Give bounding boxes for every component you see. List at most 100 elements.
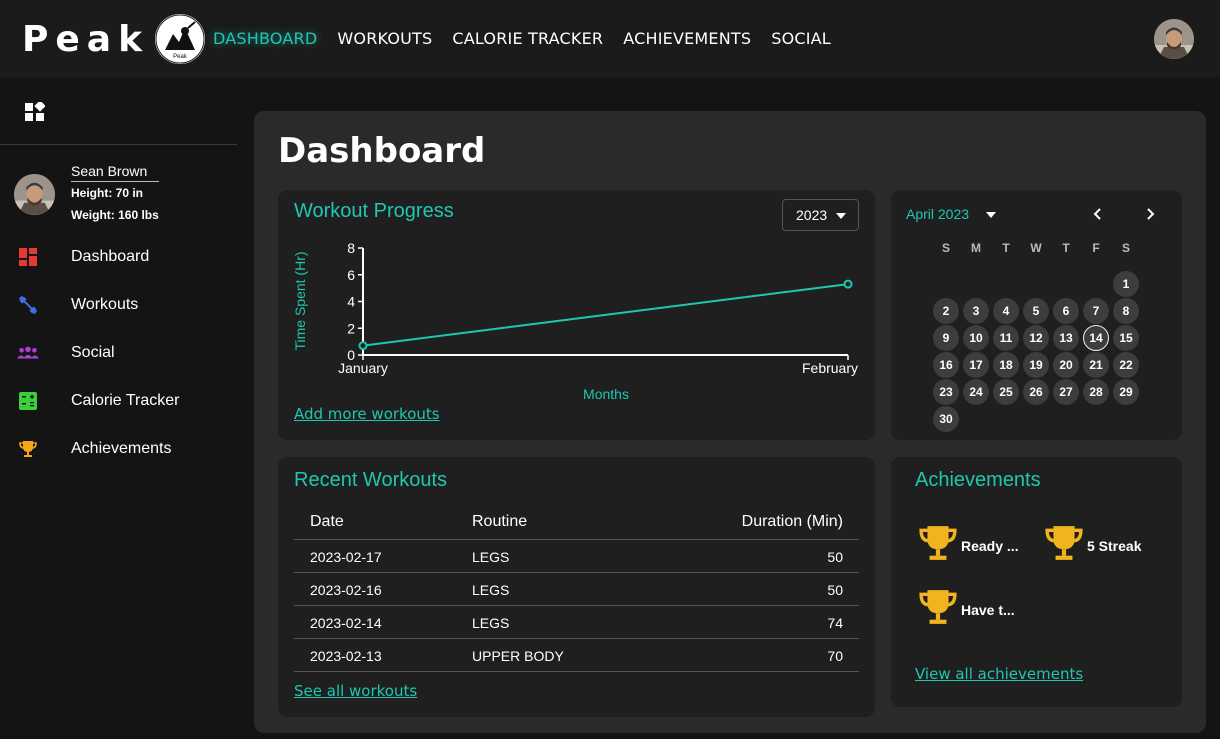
calendar-day[interactable]: 17 xyxy=(963,352,989,378)
column-header-routine: Routine xyxy=(472,513,528,530)
calendar-day-today[interactable]: 14 xyxy=(1083,325,1109,351)
row-duration: 74 xyxy=(827,615,843,631)
y-tick-label: 4 xyxy=(347,294,355,310)
calendar-day[interactable]: 7 xyxy=(1083,298,1109,324)
y-tick-label: 8 xyxy=(347,240,355,256)
calendar-day[interactable]: 4 xyxy=(993,298,1019,324)
row-routine: LEGS xyxy=(472,615,510,631)
calendar-day[interactable]: 11 xyxy=(993,325,1019,351)
row-routine: LEGS xyxy=(472,582,510,598)
top-navbar: Peak Peak DASHBOARD WORKOUTS CALORIE TRA… xyxy=(0,0,1220,78)
calendar-day[interactable]: 1 xyxy=(1113,271,1139,297)
sidebar-item-achievements[interactable]: Achievements xyxy=(0,431,237,467)
calendar-day[interactable]: 20 xyxy=(1053,352,1079,378)
calendar-day[interactable]: 21 xyxy=(1083,352,1109,378)
calendar-day[interactable]: 18 xyxy=(993,352,1019,378)
row-duration: 50 xyxy=(827,582,843,598)
calendar-day[interactable]: 2 xyxy=(933,298,959,324)
nav-dashboard[interactable]: DASHBOARD xyxy=(213,29,317,48)
calendar-day[interactable]: 3 xyxy=(963,298,989,324)
sidebar-item-social[interactable]: Social xyxy=(0,335,237,371)
weekday-label: F xyxy=(1092,241,1100,255)
workout-progress-card: Workout Progress 2023 0 2 4 6 8 January Februa… xyxy=(278,190,875,440)
sidebar-label: Dashboard xyxy=(71,248,150,265)
weekday-label: W xyxy=(1030,241,1042,255)
main-nav: DASHBOARD WORKOUTS CALORIE TRACKER ACHIE… xyxy=(213,29,831,48)
user-avatar[interactable] xyxy=(1154,19,1194,59)
achievement-item[interactable]: 5 Streak xyxy=(1045,524,1141,567)
main-panel: Dashboard Workout Progress 2023 0 2 4 6 8 Jan… xyxy=(254,111,1206,733)
row-date: 2023-02-14 xyxy=(310,615,382,631)
row-date: 2023-02-16 xyxy=(310,582,382,598)
nav-calorie-tracker[interactable]: CALORIE TRACKER xyxy=(452,29,603,48)
table-divider xyxy=(294,539,859,540)
weekday-label: T xyxy=(1062,241,1070,255)
x-tick-label: January xyxy=(338,360,388,376)
achievement-item[interactable]: Have t... xyxy=(919,588,1015,631)
calendar-day[interactable]: 19 xyxy=(1023,352,1049,378)
see-all-workouts-link[interactable]: See all workouts xyxy=(294,682,417,700)
peak-logo: Peak xyxy=(155,14,206,64)
chevron-right-icon[interactable] xyxy=(1140,204,1160,224)
achievement-label: Have t... xyxy=(961,601,1015,618)
trophy-icon xyxy=(1045,524,1083,567)
data-point xyxy=(843,279,853,289)
people-icon xyxy=(17,342,39,364)
calendar-day[interactable]: 13 xyxy=(1053,325,1079,351)
sidebar-divider xyxy=(0,144,237,145)
sidebar-label: Achievements xyxy=(71,440,172,457)
card-title: Recent Workouts xyxy=(294,469,448,491)
calendar-day[interactable]: 29 xyxy=(1113,379,1139,405)
calendar-day[interactable]: 5 xyxy=(1023,298,1049,324)
trophy-icon xyxy=(919,524,957,567)
nav-workouts[interactable]: WORKOUTS xyxy=(337,29,432,48)
calendar-day[interactable]: 12 xyxy=(1023,325,1049,351)
widgets-icon[interactable] xyxy=(25,100,46,122)
series-line xyxy=(362,283,849,347)
add-workouts-link[interactable]: Add more workouts xyxy=(294,405,440,423)
sidebar-label: Calorie Tracker xyxy=(71,392,180,409)
calendar-day[interactable]: 9 xyxy=(933,325,959,351)
row-routine: UPPER BODY xyxy=(472,648,564,664)
nav-social[interactable]: SOCIAL xyxy=(771,29,831,48)
calendar-day[interactable]: 15 xyxy=(1113,325,1139,351)
weekday-label: T xyxy=(1002,241,1010,255)
calendar-day[interactable]: 24 xyxy=(963,379,989,405)
caret-down-icon[interactable] xyxy=(986,212,996,218)
nav-achievements[interactable]: ACHIEVEMENTS xyxy=(623,29,751,48)
dumbbell-icon xyxy=(17,294,39,316)
logo-text: Peak xyxy=(173,54,188,60)
calculator-icon xyxy=(17,390,39,412)
brand[interactable]: Peak Peak xyxy=(22,14,206,64)
dashboard-icon xyxy=(17,246,39,268)
calendar-day[interactable]: 23 xyxy=(933,379,959,405)
calendar-day[interactable]: 25 xyxy=(993,379,1019,405)
sidebar-item-dashboard[interactable]: Dashboard xyxy=(0,239,237,275)
sidebar-item-calorie-tracker[interactable]: Calorie Tracker xyxy=(0,383,237,419)
weekday-label: S xyxy=(941,241,950,255)
chevron-left-icon[interactable] xyxy=(1088,204,1108,224)
calendar-day[interactable]: 28 xyxy=(1083,379,1109,405)
calendar-card: April 2023 S M T W T F S 1 2 3 4 5 6 7 8 9 10 11 12 13 14 15 1… xyxy=(891,190,1182,440)
table-divider xyxy=(294,605,859,606)
calendar-month-label[interactable]: April 2023 xyxy=(906,206,969,222)
calendar-day[interactable]: 22 xyxy=(1113,352,1139,378)
calendar-day[interactable]: 10 xyxy=(963,325,989,351)
calendar-day[interactable]: 27 xyxy=(1053,379,1079,405)
page-title: Dashboard xyxy=(278,131,486,171)
calendar-day[interactable]: 8 xyxy=(1113,298,1139,324)
calendar-day[interactable]: 6 xyxy=(1053,298,1079,324)
recent-workouts-card: Recent Workouts Date Routine Duration (M… xyxy=(278,457,875,717)
row-routine: LEGS xyxy=(472,549,510,565)
calendar-day[interactable]: 16 xyxy=(933,352,959,378)
y-axis-label: Time Spent (Hr) xyxy=(292,251,308,350)
sidebar-item-workouts[interactable]: Workouts xyxy=(0,287,237,323)
calendar-day[interactable]: 26 xyxy=(1023,379,1049,405)
table-divider xyxy=(294,572,859,573)
calendar-day[interactable]: 30 xyxy=(933,406,959,432)
view-all-achievements-link[interactable]: View all achievements xyxy=(915,665,1083,683)
profile-name: Sean Brown xyxy=(71,163,159,182)
achievement-item[interactable]: Ready ... xyxy=(919,524,1019,567)
profile-avatar[interactable] xyxy=(14,174,55,215)
profile-height: Height: 70 in xyxy=(71,186,144,200)
